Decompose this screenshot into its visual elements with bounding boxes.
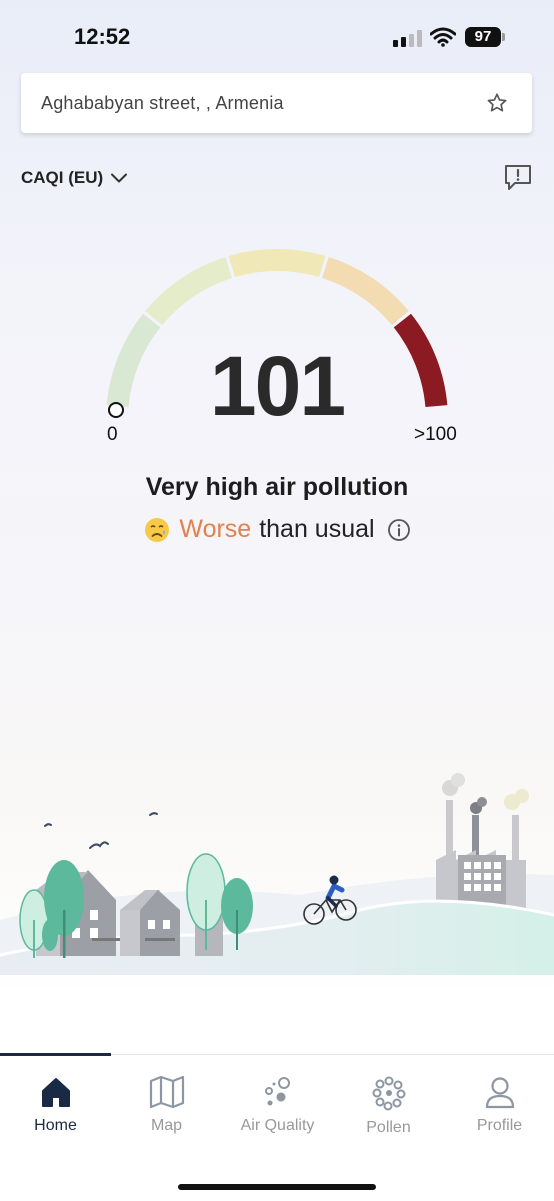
bottom-tab-bar: Home Map Air Quality Pollen Profile (0, 1053, 554, 1201)
factory-illustration (436, 773, 529, 910)
active-tab-indicator (0, 1053, 111, 1056)
gauge-segment (145, 257, 233, 326)
tab-pollen-label: Pollen (366, 1119, 411, 1136)
profile-icon (485, 1077, 514, 1109)
pollen-icon (372, 1076, 405, 1111)
city-illustration (0, 773, 554, 975)
pollution-level-text: Very high air pollution (145, 473, 409, 501)
trend-highlight: Worse (179, 515, 252, 543)
trend-text: than usual (259, 515, 375, 543)
tab-pollen[interactable]: Pollen (333, 1075, 444, 1137)
home-indicator (178, 1184, 376, 1190)
gauge-max-label: >100 (414, 424, 457, 445)
tab-home[interactable]: Home (0, 1075, 111, 1135)
tab-profile-label: Profile (476, 1117, 523, 1134)
trend-row: Worse than usual (0, 515, 554, 544)
aqi-value: 101 (209, 339, 346, 433)
info-icon[interactable] (387, 518, 411, 542)
map-icon (149, 1075, 184, 1109)
gauge-min-label: 0 (107, 424, 118, 445)
gauge-segment (228, 249, 326, 278)
gauge-segment (321, 257, 409, 326)
tab-profile[interactable]: Profile (444, 1075, 554, 1135)
worried-face-icon (145, 517, 170, 542)
tab-home-label: Home (34, 1117, 77, 1134)
tab-map[interactable]: Map (111, 1075, 222, 1135)
tab-air-quality[interactable]: Air Quality (222, 1075, 333, 1135)
tab-map-label: Map (150, 1117, 183, 1134)
birds-illustration (44, 812, 158, 849)
home-icon (41, 1078, 70, 1107)
tab-air-quality-label: Air Quality (240, 1117, 315, 1134)
air-quality-icon (264, 1077, 290, 1106)
